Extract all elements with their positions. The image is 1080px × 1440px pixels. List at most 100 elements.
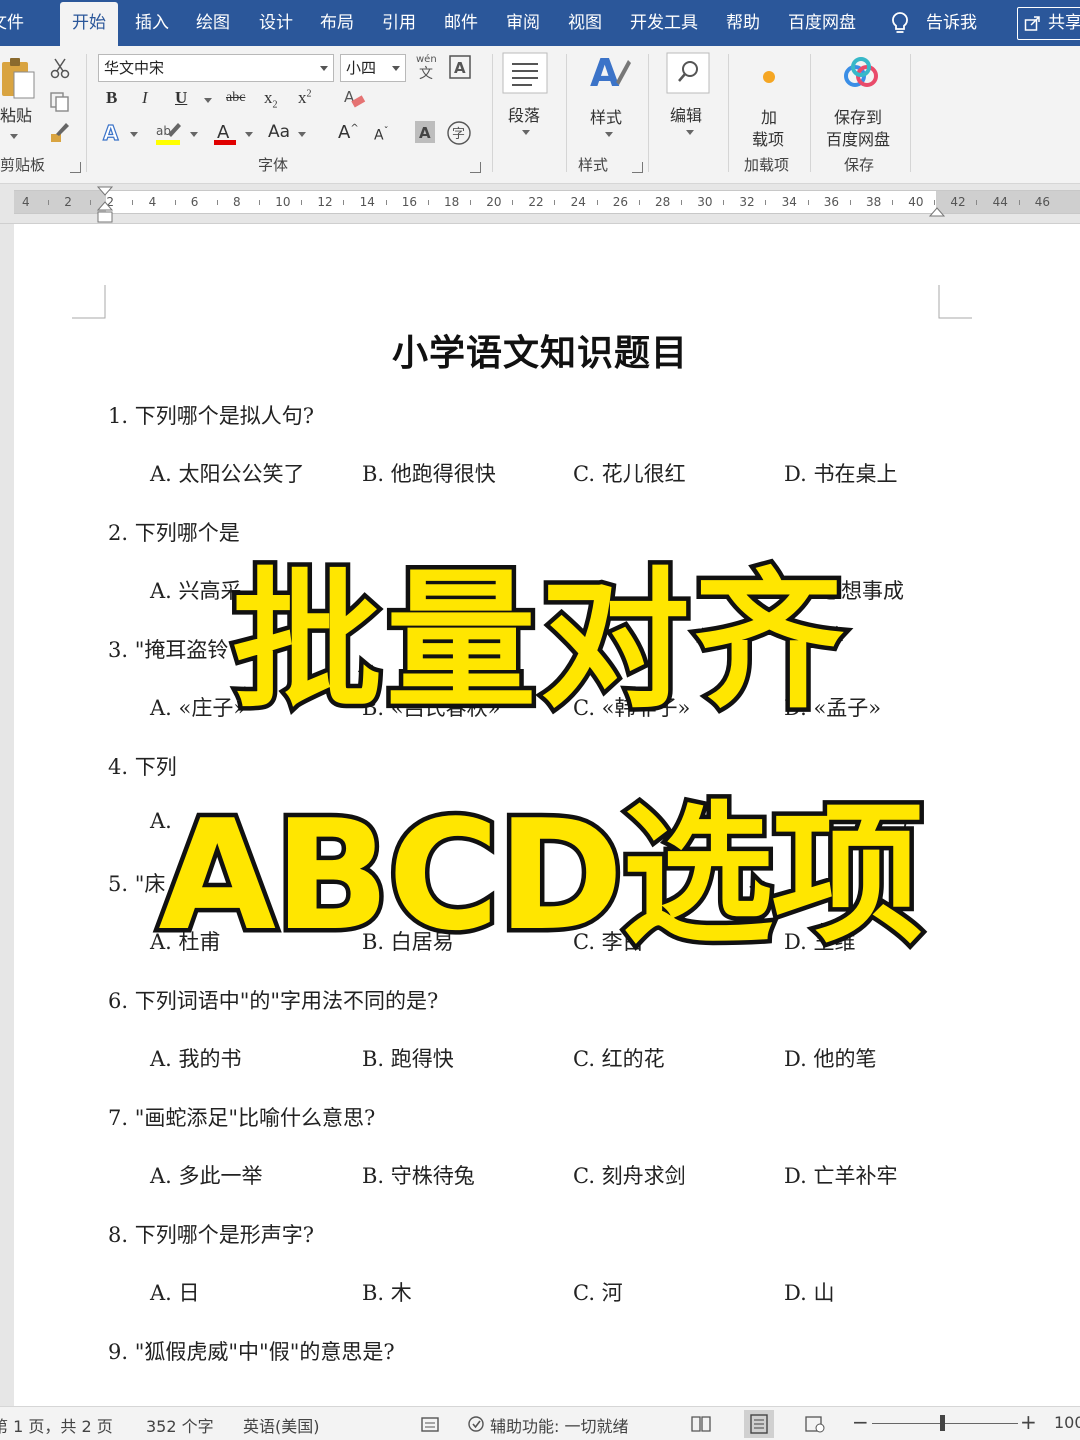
phonetic-guide-icon[interactable]: wén文: [414, 52, 438, 82]
answer-option[interactable]: B. 他跑得很快: [362, 458, 496, 488]
subscript-button[interactable]: x2: [264, 88, 278, 110]
tab-references[interactable]: 引用: [382, 0, 416, 46]
shrink-font-button[interactable]: Aˇ: [374, 126, 389, 144]
grow-font-button[interactable]: A^: [338, 122, 359, 143]
share-button[interactable]: 共享: [1017, 7, 1080, 40]
tab-view[interactable]: 视图: [568, 0, 602, 46]
paragraph-dropdown[interactable]: [522, 130, 530, 135]
tab-review[interactable]: 审阅: [506, 0, 540, 46]
answer-option[interactable]: A. 太阳公公笑了: [150, 458, 305, 488]
editing-dropdown[interactable]: [686, 130, 694, 135]
clear-formatting-icon[interactable]: A: [342, 86, 366, 110]
answer-option[interactable]: D. 山: [784, 1277, 834, 1307]
answer-option[interactable]: D. 亡羊补牢: [784, 1160, 897, 1190]
tab-design[interactable]: 设计: [259, 0, 293, 46]
character-shading-icon[interactable]: A: [414, 120, 436, 144]
page-count[interactable]: 第 1 页，共 2 页: [0, 1413, 113, 1437]
answer-option[interactable]: A. 多此一举: [150, 1160, 263, 1190]
paragraph-icon[interactable]: [502, 52, 548, 94]
answer-option[interactable]: C. 红的花: [573, 1043, 665, 1073]
answer-option[interactable]: C. 花儿很红: [573, 458, 686, 488]
search-icon[interactable]: [666, 52, 710, 94]
tab-mailings[interactable]: 邮件: [444, 0, 478, 46]
answer-option[interactable]: D. 书在桌上: [784, 458, 897, 488]
word-count[interactable]: 352 个字: [146, 1413, 214, 1437]
format-painter-icon[interactable]: [48, 120, 72, 144]
text-effects-icon[interactable]: A: [100, 120, 126, 146]
copy-icon[interactable]: [48, 90, 72, 114]
macro-record-icon[interactable]: [420, 1414, 440, 1434]
zoom-in-button[interactable]: +: [1020, 1410, 1037, 1434]
font-launcher[interactable]: [470, 162, 481, 173]
font-color-icon[interactable]: A: [212, 120, 238, 146]
highlight-icon[interactable]: ab: [154, 120, 184, 146]
answer-option[interactable]: B. 守株待兔: [362, 1160, 475, 1190]
styles-button[interactable]: 样式: [590, 104, 622, 128]
strikethrough-button[interactable]: abc: [226, 90, 245, 106]
cut-icon[interactable]: [48, 56, 72, 80]
superscript-button[interactable]: x2: [298, 88, 312, 108]
styles-launcher[interactable]: [632, 162, 643, 173]
answer-option[interactable]: C. 刻舟求剑: [573, 1160, 686, 1190]
change-case-button[interactable]: Aa: [268, 122, 290, 142]
text-effects-dropdown[interactable]: [130, 132, 138, 137]
right-indent-icon[interactable]: [928, 200, 946, 218]
save-to-baidu-line2[interactable]: 百度网盘: [826, 126, 890, 150]
question-text[interactable]: 6. 下列词语中"的"字用法不同的是?: [108, 985, 438, 1015]
highlight-dropdown[interactable]: [190, 132, 198, 137]
question-text[interactable]: 8. 下列哪个是形声字?: [108, 1219, 314, 1249]
paste-dropdown[interactable]: [10, 134, 18, 139]
question-text[interactable]: 7. "画蛇添足"比喻什么意思?: [108, 1102, 375, 1132]
answer-option[interactable]: D. 他的笔: [784, 1043, 876, 1073]
answer-option[interactable]: B. 跑得快: [362, 1043, 454, 1073]
horizontal-ruler[interactable]: 4 2 2 4 6 8 10 12 14 16 18 20 22 24 26 28 30 32 34 36 38 40 42…: [14, 190, 1080, 214]
print-layout-icon[interactable]: [744, 1410, 774, 1438]
underline-dropdown[interactable]: [204, 98, 212, 103]
zoom-out-button[interactable]: −: [852, 1410, 869, 1434]
tab-draw[interactable]: 绘图: [196, 0, 230, 46]
answer-option[interactable]: B. 木: [362, 1277, 412, 1307]
clipboard-launcher[interactable]: [70, 162, 81, 173]
paste-button[interactable]: 粘贴: [0, 102, 32, 126]
answer-option[interactable]: C. 河: [573, 1277, 623, 1307]
tell-me-search[interactable]: 告诉我: [926, 0, 977, 46]
indent-markers-icon[interactable]: [96, 186, 114, 226]
styles-icon[interactable]: A: [586, 52, 632, 98]
baidu-netdisk-icon[interactable]: [840, 56, 882, 92]
tab-home[interactable]: 开始: [60, 2, 118, 46]
change-case-dropdown[interactable]: [298, 132, 306, 137]
accessibility-icon[interactable]: [466, 1414, 488, 1434]
addins-button-line2[interactable]: 载项: [752, 126, 784, 150]
tab-file[interactable]: 文件: [0, 0, 24, 46]
addins-icon[interactable]: [760, 68, 778, 86]
character-border-icon[interactable]: A: [448, 54, 472, 80]
zoom-slider-thumb[interactable]: [940, 1415, 945, 1431]
tab-help[interactable]: 帮助: [726, 0, 760, 46]
font-size-select[interactable]: 小四: [340, 54, 406, 82]
answer-option[interactable]: A. 日: [150, 1277, 200, 1307]
accessibility-status[interactable]: 辅助功能: 一切就绪: [490, 1413, 628, 1437]
read-mode-icon[interactable]: [690, 1414, 712, 1434]
tab-developer[interactable]: 开发工具: [630, 0, 698, 46]
enclose-characters-icon[interactable]: 字: [446, 120, 472, 146]
zoom-level[interactable]: 100: [1054, 1413, 1080, 1432]
editing-button[interactable]: 编辑: [670, 102, 702, 126]
font-color-dropdown[interactable]: [245, 132, 253, 137]
tab-baidu-netdisk[interactable]: 百度网盘: [788, 0, 856, 46]
tab-insert[interactable]: 插入: [135, 0, 169, 46]
paragraph-button[interactable]: 段落: [508, 102, 540, 126]
question-text[interactable]: 1. 下列哪个是拟人句?: [108, 400, 314, 430]
web-layout-icon[interactable]: [804, 1414, 826, 1434]
zoom-slider-track[interactable]: [872, 1423, 1018, 1424]
bold-button[interactable]: B: [106, 88, 117, 108]
font-name-select[interactable]: 华文中宋: [98, 54, 334, 82]
italic-button[interactable]: I: [142, 88, 148, 108]
save-to-baidu-line1[interactable]: 保存到: [834, 104, 882, 128]
lightbulb-icon[interactable]: [888, 10, 912, 38]
addins-button-line1[interactable]: 加: [761, 104, 777, 128]
language-indicator[interactable]: 英语(美国): [243, 1413, 320, 1437]
document-title[interactable]: 小学语文知识题目: [0, 324, 1080, 376]
styles-dropdown[interactable]: [605, 132, 613, 137]
tab-layout[interactable]: 布局: [320, 0, 354, 46]
question-text[interactable]: 9. "狐假虎威"中"假"的意思是?: [108, 1336, 395, 1366]
